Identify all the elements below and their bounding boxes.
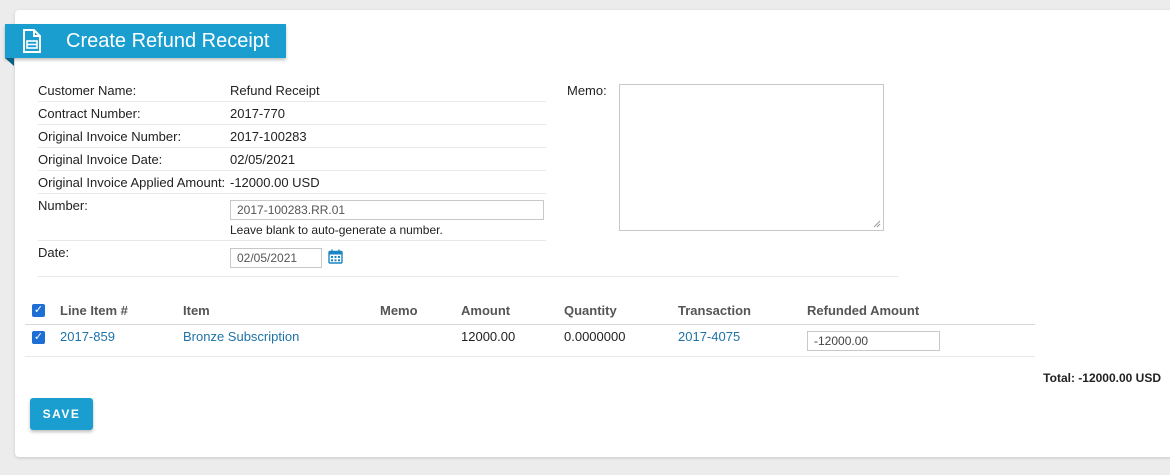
th-refunded-amount: Refunded Amount — [807, 303, 920, 318]
orig-applied-amount-row: Original Invoice Applied Amount: -12000.… — [38, 171, 546, 194]
memo-label: Memo: — [567, 83, 607, 98]
contract-number-value: 2017-770 — [230, 106, 285, 121]
page-title: Create Refund Receipt — [66, 30, 270, 52]
item-link[interactable]: Bronze Subscription — [183, 329, 299, 344]
number-label: Number: — [38, 198, 88, 213]
orig-applied-amount-label: Original Invoice Applied Amount: — [38, 175, 226, 190]
customer-name-label: Customer Name: — [38, 83, 137, 98]
banner-fold — [5, 58, 14, 66]
refunded-amount-input[interactable]: -12000.00 — [807, 331, 940, 351]
contract-number-label: Contract Number: — [38, 106, 141, 121]
orig-invoice-date-value: 02/05/2021 — [230, 152, 296, 167]
memo-textarea[interactable] — [619, 84, 884, 231]
save-button[interactable]: SAVE — [30, 398, 93, 430]
date-row: Date: 02/05/2021 — [38, 241, 546, 277]
info-section: Customer Name: Refund Receipt Contract N… — [38, 79, 546, 277]
th-line-item: Line Item # — [60, 303, 128, 318]
select-all-checkbox[interactable]: ✓ — [32, 304, 45, 317]
page-header: Create Refund Receipt — [5, 24, 286, 58]
date-input[interactable]: 02/05/2021 — [230, 248, 322, 268]
contract-number-row: Contract Number: 2017-770 — [38, 102, 546, 125]
row-quantity: 0.0000000 — [564, 329, 626, 344]
orig-invoice-date-label: Original Invoice Date: — [38, 152, 163, 167]
orig-invoice-date-row: Original Invoice Date: 02/05/2021 — [38, 148, 546, 171]
th-amount: Amount — [461, 303, 511, 318]
th-quantity: Quantity — [564, 303, 617, 318]
table-row-divider — [25, 356, 1035, 357]
orig-invoice-number-row: Original Invoice Number: 2017-100283 — [38, 125, 546, 148]
th-memo: Memo — [380, 303, 418, 318]
number-input[interactable]: 2017-100283.RR.01 — [230, 200, 544, 220]
number-row: Number: 2017-100283.RR.01 Leave blank to… — [38, 194, 546, 241]
orig-invoice-number-value: 2017-100283 — [230, 129, 307, 144]
number-hint: Leave blank to auto-generate a number. — [230, 223, 443, 237]
resize-grip-icon[interactable] — [873, 220, 881, 228]
date-label: Date: — [38, 245, 70, 260]
table-header-divider — [25, 324, 1035, 325]
row-checkbox[interactable]: ✓ — [32, 331, 45, 344]
transaction-link[interactable]: 2017-4075 — [678, 329, 740, 344]
th-transaction: Transaction — [678, 303, 751, 318]
total-amount: Total: -12000.00 USD — [1043, 371, 1161, 385]
document-icon — [22, 29, 42, 53]
th-item: Item — [183, 303, 210, 318]
divider — [38, 276, 898, 277]
orig-applied-amount-value: -12000.00 USD — [230, 175, 320, 190]
orig-invoice-number-label: Original Invoice Number: — [38, 129, 182, 144]
row-amount: 12000.00 — [461, 329, 516, 344]
calendar-icon[interactable] — [328, 249, 343, 264]
customer-name-row: Customer Name: Refund Receipt — [38, 79, 546, 102]
line-item-link[interactable]: 2017-859 — [60, 329, 115, 344]
customer-name-value: Refund Receipt — [230, 83, 320, 98]
